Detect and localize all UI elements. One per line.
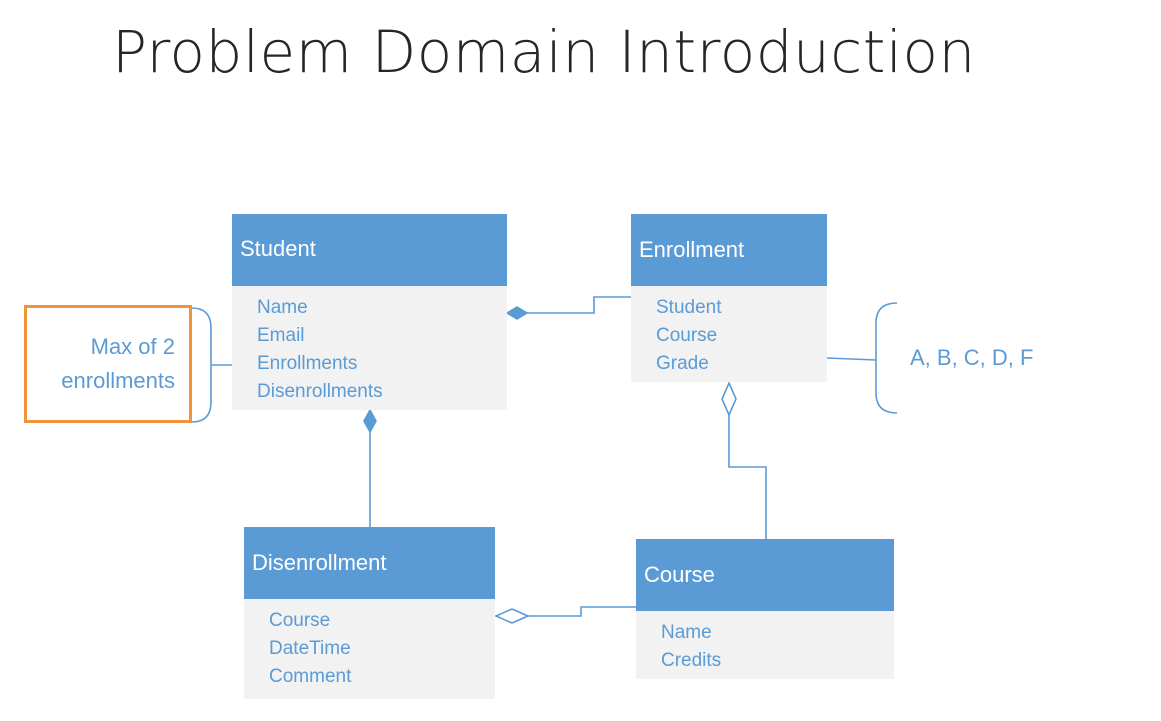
connector-student-enrollment: [527, 296, 631, 314]
connector-disenrollment-course: [528, 606, 636, 617]
attribute: Grade: [656, 353, 709, 374]
attribute: Course: [656, 325, 718, 346]
hollow-diamond-enrollment-course: [721, 381, 737, 417]
attribute: Credits: [661, 650, 722, 671]
entity-course-attributes: Name Credits: [636, 611, 894, 675]
entity-course-name: Course: [636, 539, 894, 611]
filled-diamond-student-enrollment: [505, 306, 529, 320]
attribute: Student: [656, 297, 722, 318]
attribute: Email: [257, 325, 305, 346]
entity-enrollment-name: Enrollment: [631, 214, 827, 286]
entity-disenrollment: Disenrollment Course DateTime Comment: [244, 527, 495, 699]
max-enrollments-line1: Max of 2: [90, 334, 175, 359]
entity-enrollment-attributes: Student Course Grade: [631, 286, 827, 378]
hollow-diamond-disenrollment-course: [494, 608, 530, 624]
attribute: Disenrollments: [257, 381, 383, 402]
attribute: Enrollments: [257, 353, 358, 374]
entity-student-attributes: Name Email Enrollments Disenrollments: [232, 286, 507, 406]
brace-student-attributes: [191, 307, 212, 423]
attribute: Name: [257, 297, 308, 318]
filled-diamond-student-disenrollment: [363, 408, 377, 434]
entity-student: Student Name Email Enrollments Disenroll…: [232, 214, 507, 410]
entity-disenrollment-name: Disenrollment: [244, 527, 495, 599]
entity-disenrollment-attributes: Course DateTime Comment: [244, 599, 495, 691]
attribute: Course: [269, 610, 331, 631]
grade-connector-line: [826, 357, 877, 361]
entity-enrollment: Enrollment Student Course Grade: [631, 214, 827, 382]
brace-grades: [875, 302, 898, 414]
entity-student-name: Student: [232, 214, 507, 286]
max-enrollments-note: Max of 2 enrollments: [24, 305, 192, 423]
attribute: Comment: [269, 666, 352, 687]
grade-values-note: A, B, C, D, F: [910, 345, 1034, 370]
connector-enrollment-course: [728, 415, 767, 539]
entity-course: Course Name Credits: [636, 539, 894, 679]
max-enrollments-line2: enrollments: [61, 368, 175, 393]
attribute: DateTime: [269, 638, 351, 659]
attribute: Name: [661, 622, 712, 643]
